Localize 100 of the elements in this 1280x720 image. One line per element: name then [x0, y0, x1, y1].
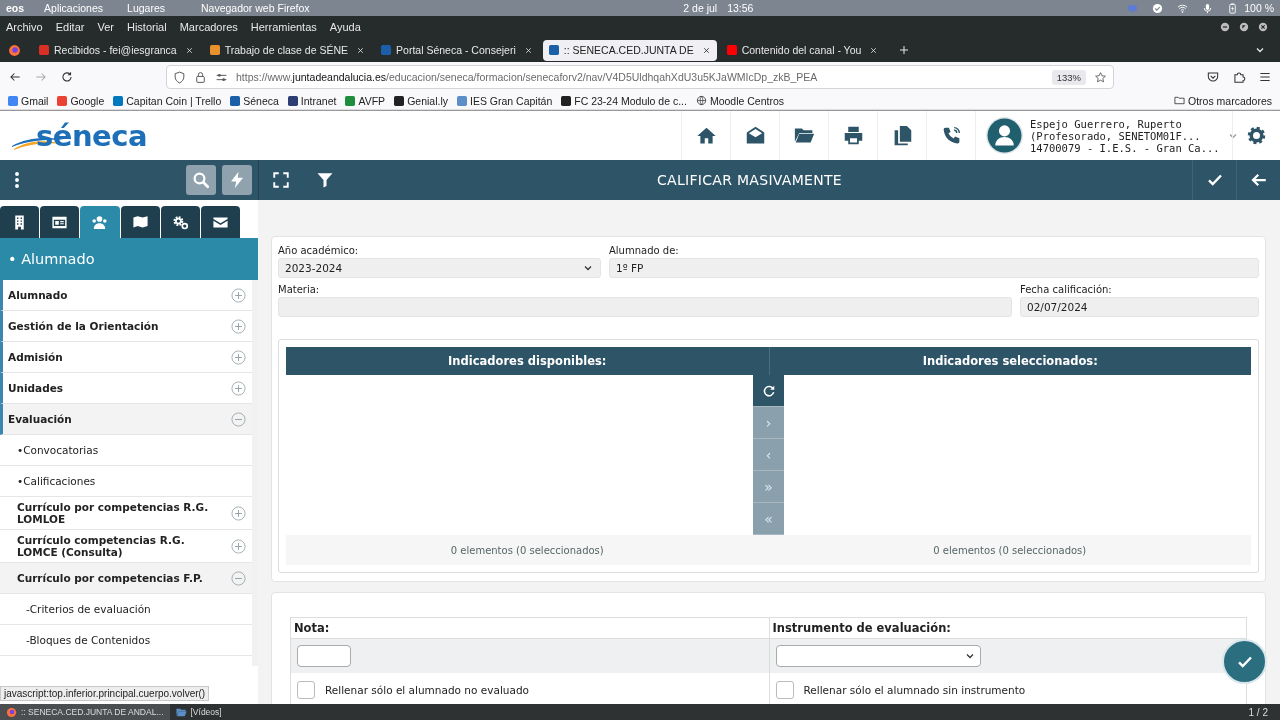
- bookmark[interactable]: Intranet: [287, 94, 337, 107]
- filter-icon[interactable]: [316, 171, 334, 189]
- menu-item[interactable]: Historial: [126, 21, 167, 33]
- bookmark[interactable]: AVFP: [345, 94, 386, 107]
- logo: séneca: [14, 115, 147, 156]
- menu-item[interactable]: Herramientas: [250, 21, 317, 33]
- menu-item[interactable]: Admisión: [0, 342, 252, 373]
- bookmark[interactable]: IES Gran Capitán: [457, 94, 553, 107]
- avatar-icon[interactable]: [986, 117, 1023, 154]
- refresh-icon: [761, 383, 776, 398]
- sidebar-tab[interactable]: [120, 206, 160, 238]
- menu-item[interactable]: -Criterios de evaluación: [0, 594, 252, 625]
- app-name[interactable]: Navegador web Firefox: [201, 2, 310, 14]
- search-button[interactable]: [186, 165, 216, 195]
- new-tab-icon[interactable]: [898, 44, 911, 56]
- shield-icon: [173, 70, 186, 84]
- browser-tab[interactable]: :: SENECA.CED.JUNTA DE: [542, 39, 717, 61]
- menu-item[interactable]: Evaluación: [0, 404, 252, 435]
- extensions-icon[interactable]: [1232, 70, 1246, 84]
- bookmark[interactable]: Séneca: [230, 94, 279, 107]
- taskbar-item[interactable]: [Vídeos]: [169, 704, 315, 720]
- mail-icon[interactable]: [744, 125, 766, 146]
- fullscreen-icon[interactable]: [272, 171, 290, 189]
- browser-tab[interactable]: Contenido del canal - You: [720, 39, 885, 61]
- workspace-indicator[interactable]: 1 / 2: [1248, 706, 1280, 718]
- minimize-icon[interactable]: [1220, 22, 1230, 32]
- desktop-menu[interactable]: Lugares: [127, 2, 165, 14]
- refresh-button[interactable]: [753, 375, 784, 407]
- text-field[interactable]: 02/07/2024: [1020, 297, 1259, 317]
- bookmark[interactable]: FC 23-24 Modulo de c...: [561, 94, 687, 107]
- microphone-icon[interactable]: [1202, 2, 1214, 14]
- checkbox[interactable]: [297, 681, 315, 699]
- close-icon[interactable]: [1258, 22, 1268, 32]
- battery-icon[interactable]: [1227, 2, 1239, 14]
- bookmark[interactable]: Google: [57, 94, 105, 107]
- pocket-icon[interactable]: [1206, 70, 1220, 84]
- clock-time[interactable]: 13:56: [727, 2, 754, 14]
- check-icon[interactable]: [1152, 2, 1164, 14]
- desktop-menu[interactable]: Aplicaciones: [44, 2, 104, 14]
- menu-item[interactable]: Gestión de la Orientación: [0, 311, 252, 342]
- sidebar-tab[interactable]: [160, 206, 200, 238]
- folder-icon: [175, 706, 187, 718]
- bookmark[interactable]: Gmail: [8, 94, 49, 107]
- maximize-icon[interactable]: [1239, 22, 1249, 32]
- globe-icon: [695, 95, 707, 106]
- menu-item[interactable]: Alumnado: [0, 280, 252, 311]
- section-heading: • Alumnado: [0, 238, 258, 280]
- menu-item[interactable]: Editar: [55, 21, 85, 33]
- desktop-logo[interactable]: eos: [6, 2, 25, 14]
- reload-icon[interactable]: [60, 70, 74, 84]
- close-icon[interactable]: [701, 45, 711, 55]
- column-header: Nota:: [293, 620, 331, 637]
- grade-field[interactable]: [297, 645, 351, 667]
- checkbox[interactable]: [775, 681, 794, 699]
- sidebar-tab[interactable]: [0, 206, 40, 238]
- menu-item[interactable]: Currículo por competencias R.G. LOMLOE: [0, 497, 252, 530]
- back-icon[interactable]: [8, 70, 22, 84]
- home-icon[interactable]: [695, 125, 717, 146]
- menu-item[interactable]: Ver: [97, 21, 114, 33]
- checkbox-label[interactable]: Rellenar sólo el alumnado sin instrumento: [803, 684, 1026, 696]
- browser-tab[interactable]: Portal Séneca - Consejeri: [375, 39, 539, 61]
- user-role: (Profesorado, SENETOM01F...: [1030, 129, 1202, 142]
- menu-icon[interactable]: [1258, 70, 1272, 84]
- sidebar-tab[interactable]: [200, 206, 241, 238]
- menu-item[interactable]: -Bloques de Contenidos: [0, 625, 252, 656]
- menu-item[interactable]: Ayuda: [329, 21, 361, 33]
- wifi-icon[interactable]: [1177, 2, 1189, 14]
- browser-tab[interactable]: Recibidos - fei@iesgranca: [33, 39, 200, 61]
- field-label: Año académico:: [278, 245, 359, 256]
- back-icon[interactable]: [1249, 171, 1268, 189]
- bookmark-folder[interactable]: Otros marcadores: [1173, 94, 1272, 107]
- select-field[interactable]: 2023-2024: [278, 258, 601, 278]
- star-icon[interactable]: [1094, 70, 1107, 84]
- select-field[interactable]: [775, 645, 981, 667]
- settings-icon[interactable]: [1246, 125, 1267, 146]
- menu-item[interactable]: Marcadores: [179, 21, 238, 33]
- close-icon[interactable]: [184, 45, 194, 55]
- menu-item[interactable]: •Calificaciones: [0, 466, 252, 497]
- quick-action-button[interactable]: [222, 165, 252, 195]
- column-header: Indicadores disponibles:: [447, 353, 608, 370]
- checkbox-label[interactable]: Rellenar sólo el alumnado no evaluado: [325, 684, 529, 696]
- text-field[interactable]: [278, 297, 1012, 317]
- menu-item[interactable]: Archivo: [6, 21, 43, 33]
- browser-tab[interactable]: Trabajo de clase de SÉNE: [203, 39, 372, 61]
- text-field[interactable]: 1º FP: [609, 258, 1259, 278]
- bookmark[interactable]: Capitan Coin | Trello: [113, 94, 222, 107]
- close-icon[interactable]: [356, 45, 366, 55]
- taskbar-item[interactable]: :: SENECA.CED.JUNTA DE ANDAL...: [0, 704, 170, 720]
- zoom-level[interactable]: 133%: [1051, 69, 1086, 85]
- close-icon[interactable]: [523, 45, 533, 55]
- close-icon[interactable]: [869, 45, 879, 55]
- menu-item[interactable]: •Convocatorias: [0, 435, 252, 466]
- sidebar-tab[interactable]: [40, 206, 80, 238]
- clock-date[interactable]: 2 de jul: [683, 2, 718, 14]
- printer-icon[interactable]: [842, 125, 864, 146]
- menu-item[interactable]: Currículo por competencias F.P.: [0, 563, 252, 594]
- bookmark[interactable]: Genial.ly: [394, 94, 448, 107]
- address-bar[interactable]: https://www.juntadeandalucia.es/educacion/seneca/formacion/senecaforv2/nav/V4D5UldhqahXdU3u5KJaWMIcDp_zkB_PEA 133%: [166, 65, 1114, 89]
- firefox-icon[interactable]: [8, 43, 21, 57]
- bookmark[interactable]: Moodle Centros: [695, 94, 785, 107]
